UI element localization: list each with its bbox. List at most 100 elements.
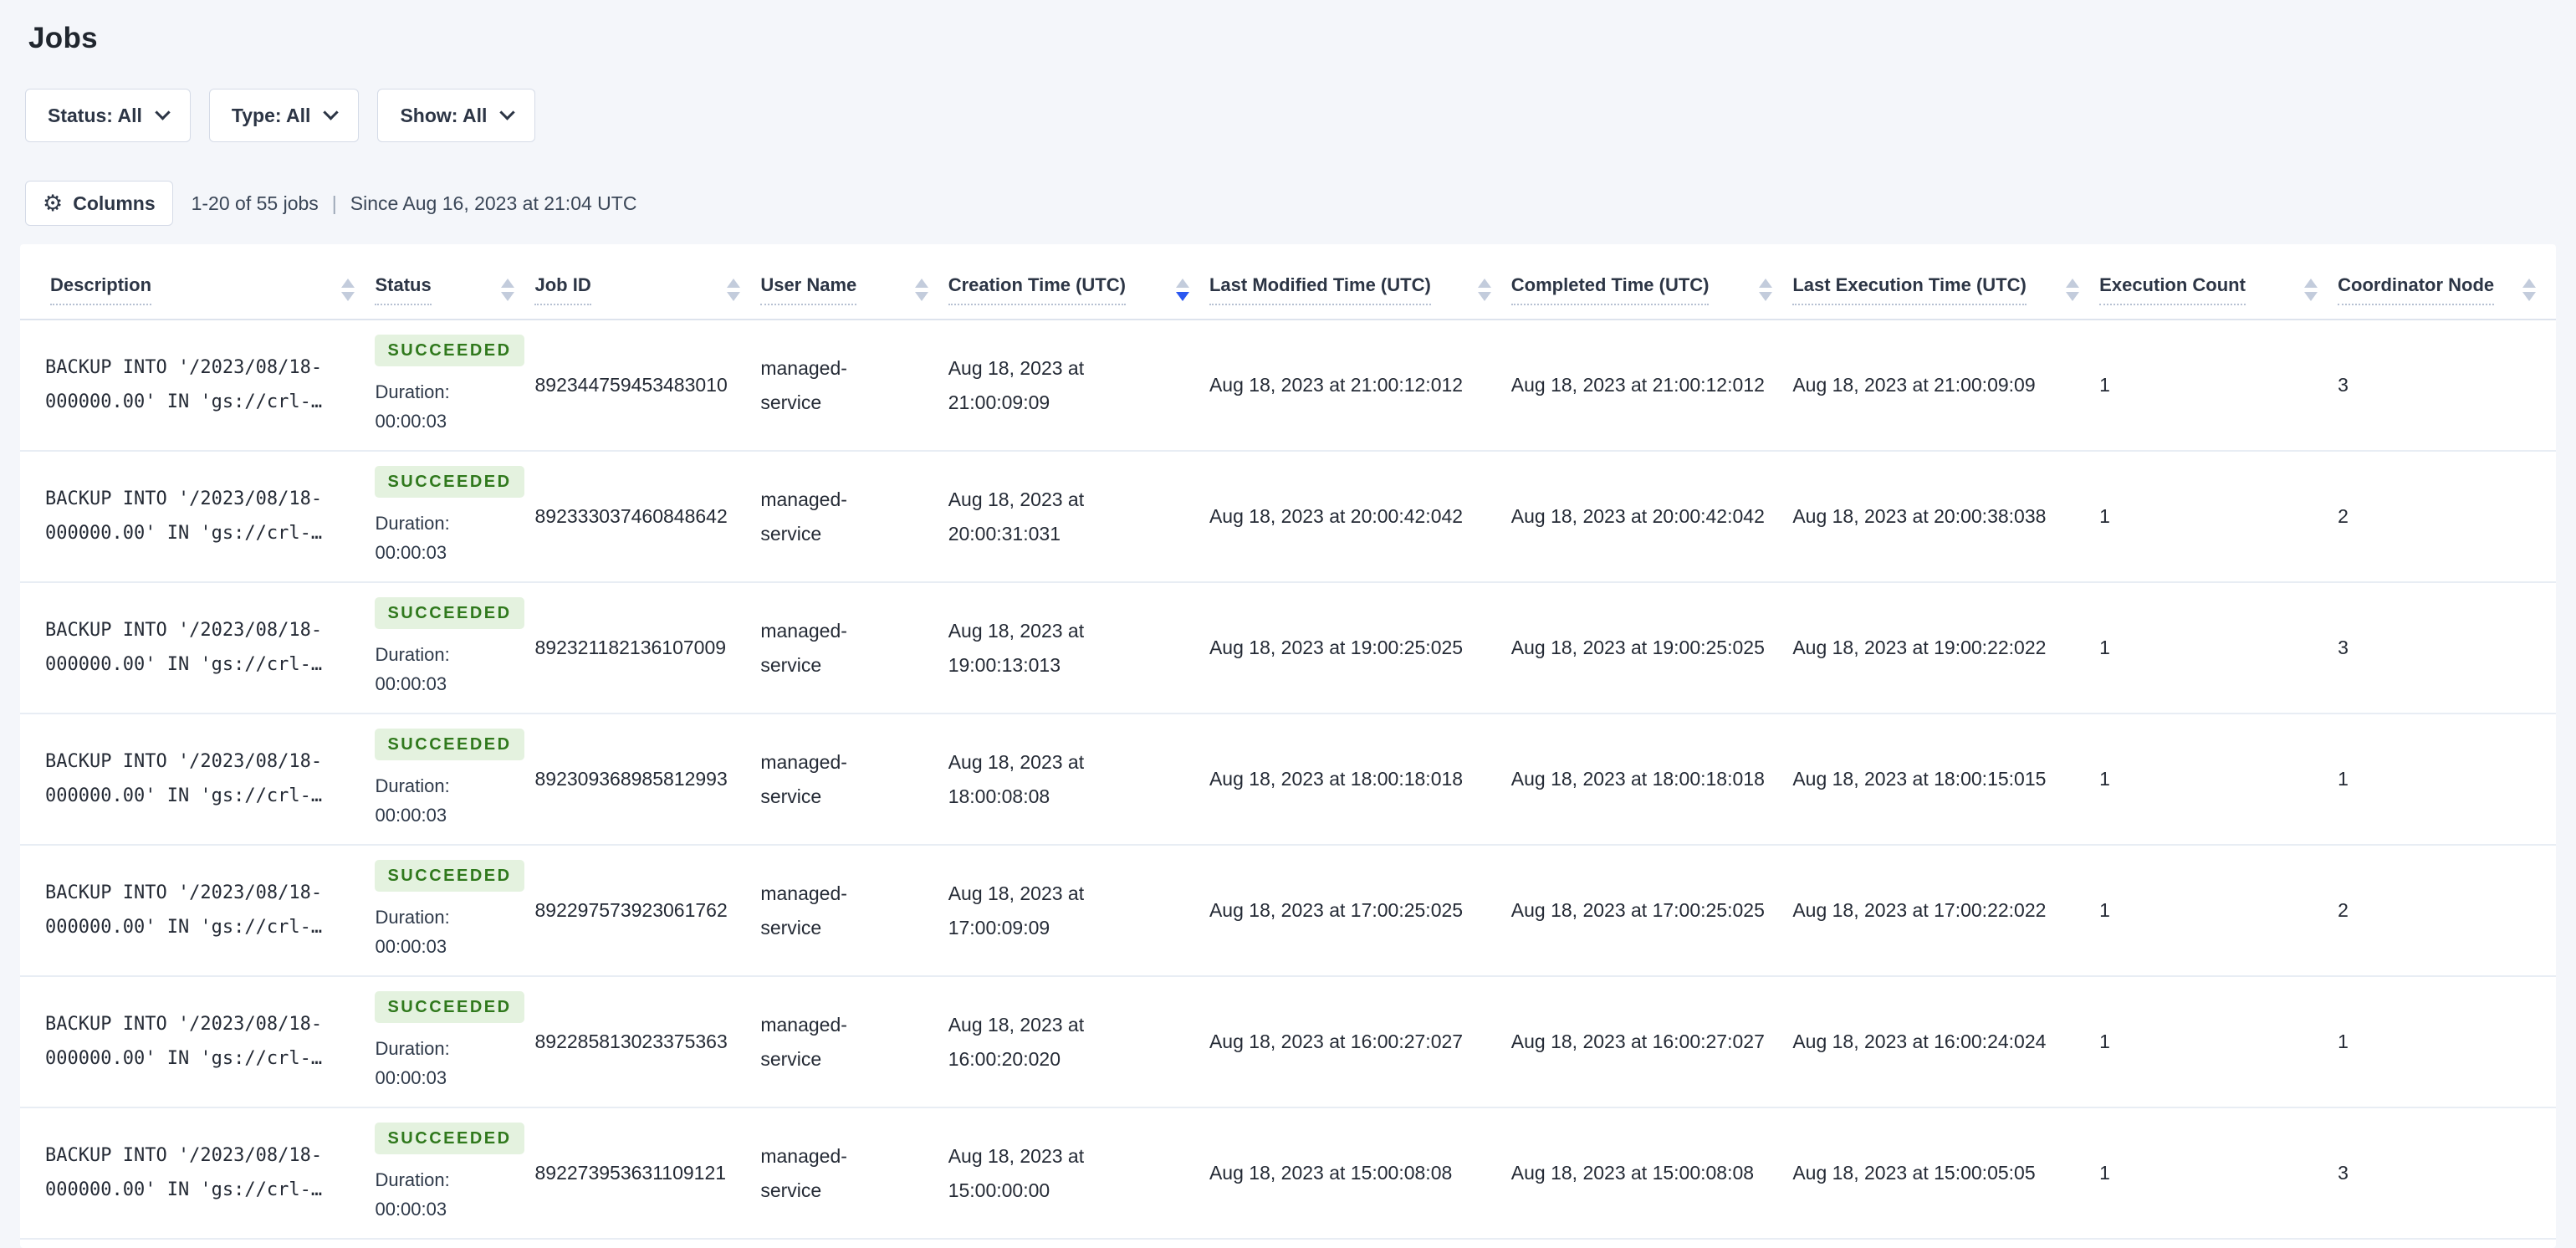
description-line1[interactable]: BACKUP INTO '/2023/08/18- [45, 1008, 355, 1042]
sort-control[interactable] [727, 279, 741, 301]
separator: | [331, 192, 337, 214]
job-id-cell: 892344759453483010 [534, 320, 761, 452]
sort-asc-icon [914, 279, 928, 288]
sort-control[interactable] [1477, 279, 1491, 301]
user-name-cell: managed-service [760, 582, 948, 714]
duration-label: Duration: [375, 644, 450, 666]
column-label-last-modified-time: Last Modified Time (UTC) [1209, 274, 1431, 305]
description-line2[interactable]: 000000.00' IN 'gs://crl-… [45, 1042, 355, 1077]
description-cell[interactable]: BACKUP INTO '/2023/08/18- 000000.00' IN '… [20, 1107, 376, 1240]
description-line2[interactable]: 000000.00' IN 'gs://crl-… [45, 780, 355, 814]
sort-control[interactable] [1175, 279, 1189, 301]
completed-time-cell: Aug 18, 2023 at 17:00:25:025 [1510, 845, 1793, 977]
execution-count-cell: 1 [2099, 582, 2338, 714]
sort-control[interactable] [341, 279, 355, 301]
column-header-status[interactable]: Status [375, 244, 535, 320]
status-cell: SUCCEEDED Duration: 00:00:03 [375, 714, 535, 846]
description-line2[interactable]: 000000.00' IN 'gs://crl-… [45, 517, 355, 551]
user-name-cell: managed-service [760, 714, 948, 846]
creation-time-cell: Aug 18, 2023 at 17:00:09:09 [948, 845, 1209, 977]
completed-time-cell: Aug 18, 2023 at 20:00:42:042 [1510, 451, 1793, 583]
status-cell: SUCCEEDED Duration: 00:00:03 [375, 1107, 535, 1240]
status-cell: SUCCEEDED Duration: 00:00:03 [375, 451, 535, 583]
description-line1[interactable]: BACKUP INTO '/2023/08/18- [45, 483, 355, 517]
job-id-cell: 892273953631109121 [534, 1107, 761, 1240]
column-header-description[interactable]: Description [20, 244, 376, 320]
description-line1[interactable]: BACKUP INTO '/2023/08/18- [45, 351, 355, 386]
description-cell[interactable]: BACKUP INTO '/2023/08/18- 000000.00' IN '… [20, 582, 376, 714]
duration-value: 00:00:03 [375, 804, 447, 826]
description-line2[interactable]: 000000.00' IN 'gs://crl-… [45, 911, 355, 945]
column-header-completed-time[interactable]: Completed Time (UTC) [1510, 244, 1793, 320]
creation-time-cell: Aug 18, 2023 at 20:00:31:031 [948, 451, 1209, 583]
type-filter-dropdown[interactable]: Type: All [208, 89, 360, 142]
last-modified-time-cell: Aug 18, 2023 at 15:00:08:08 [1209, 1107, 1511, 1240]
sort-desc-icon [727, 292, 741, 301]
column-header-last-modified-time[interactable]: Last Modified Time (UTC) [1209, 244, 1511, 320]
description-cell[interactable]: BACKUP INTO '/2023/08/18- 000000.00' IN '… [20, 320, 376, 452]
coordinator-node-cell: 3 [2338, 1107, 2556, 1240]
jobs-table-card: Description Status Job ID User Name Crea… [20, 244, 2556, 1248]
sort-control[interactable] [501, 279, 515, 301]
execution-count-cell: 1 [2099, 451, 2338, 583]
description-line1[interactable]: BACKUP INTO '/2023/08/18- [45, 614, 355, 648]
description-line2[interactable]: 000000.00' IN 'gs://crl-… [45, 1174, 355, 1208]
completed-time-cell: Aug 18, 2023 at 18:00:18:018 [1510, 714, 1793, 846]
user-name-cell: managed-service [760, 451, 948, 583]
sort-control[interactable] [2522, 279, 2536, 301]
duration-value: 00:00:03 [375, 1066, 447, 1088]
sort-control[interactable] [914, 279, 928, 301]
description-cell[interactable]: BACKUP INTO '/2023/08/18- 000000.00' IN '… [20, 845, 376, 977]
chevron-down-icon [155, 105, 171, 120]
creation-time: Aug 18, 2023 at 17:00:09:09 [948, 882, 1085, 939]
show-filter-dropdown[interactable]: Show: All [377, 89, 536, 142]
execution-count-cell: 1 [2099, 714, 2338, 846]
jobs-page: Jobs Status: All Type: All Show: All ⚙ C… [0, 0, 2576, 1248]
duration-value: 00:00:03 [375, 541, 447, 563]
coordinator-node-cell: 2 [2338, 451, 2556, 583]
status-cell: SUCCEEDED Duration: 00:00:03 [375, 845, 535, 977]
column-header-user-name[interactable]: User Name [760, 244, 948, 320]
coordinator-node-cell: 2 [2338, 845, 2556, 977]
sort-asc-icon [2304, 279, 2318, 288]
sort-control[interactable] [2066, 279, 2080, 301]
completed-time-cell: Aug 18, 2023 at 19:00:25:025 [1510, 582, 1793, 714]
description-cell[interactable]: BACKUP INTO '/2023/08/18- 000000.00' IN '… [20, 451, 376, 583]
column-header-job-id[interactable]: Job ID [534, 244, 761, 320]
column-header-creation-time[interactable]: Creation Time (UTC) [948, 244, 1209, 320]
creation-time: Aug 18, 2023 at 19:00:13:013 [948, 620, 1085, 676]
user-name-cell: managed-service [760, 976, 948, 1108]
description-line1[interactable]: BACKUP INTO '/2023/08/18- [45, 745, 355, 780]
user-name: managed-service [760, 751, 847, 807]
table-row: BACKUP INTO '/2023/08/18- 000000.00' IN '… [20, 451, 2556, 583]
description-line1[interactable]: BACKUP INTO '/2023/08/18- [45, 1139, 355, 1174]
sort-control[interactable] [1759, 279, 1773, 301]
table-header-row: Description Status Job ID User Name Crea… [20, 244, 2556, 320]
column-label-description: Description [50, 274, 152, 305]
column-header-coordinator-node[interactable]: Coordinator Node [2338, 244, 2556, 320]
last-execution-time-cell: Aug 18, 2023 at 21:00:09:09 [1792, 320, 2100, 452]
sort-asc-icon [1477, 279, 1491, 288]
job-id-cell: 892297573923061762 [534, 845, 761, 977]
table-row: BACKUP INTO '/2023/08/18- 000000.00' IN '… [20, 976, 2556, 1108]
description-line1[interactable]: BACKUP INTO '/2023/08/18- [45, 877, 355, 911]
description-cell[interactable]: BACKUP INTO '/2023/08/18- 000000.00' IN '… [20, 714, 376, 846]
job-id-cell: 892321182136107009 [534, 582, 761, 714]
description-line2[interactable]: 000000.00' IN 'gs://crl-… [45, 386, 355, 420]
sort-control[interactable] [2304, 279, 2318, 301]
column-header-last-execution-time[interactable]: Last Execution Time (UTC) [1792, 244, 2100, 320]
creation-time-cell: Aug 18, 2023 at 16:00:20:020 [948, 976, 1209, 1108]
column-header-execution-count[interactable]: Execution Count [2099, 244, 2338, 320]
execution-count-cell: 1 [2099, 845, 2338, 977]
last-execution-time-cell: Aug 18, 2023 at 20:00:38:038 [1792, 451, 2100, 583]
duration-label: Duration: [375, 381, 450, 403]
description-line2[interactable]: 000000.00' IN 'gs://crl-… [45, 648, 355, 683]
status-badge: SUCCEEDED [375, 729, 524, 761]
description-cell[interactable]: BACKUP INTO '/2023/08/18- 000000.00' IN '… [20, 976, 376, 1108]
creation-time-cell: Aug 18, 2023 at 15:00:00:00 [948, 1107, 1209, 1240]
columns-button[interactable]: ⚙ Columns [25, 181, 173, 226]
status-filter-dropdown[interactable]: Status: All [25, 89, 191, 142]
chevron-down-icon [323, 105, 340, 120]
jobs-table: Description Status Job ID User Name Crea… [20, 244, 2556, 1240]
page-title: Jobs [28, 22, 98, 54]
